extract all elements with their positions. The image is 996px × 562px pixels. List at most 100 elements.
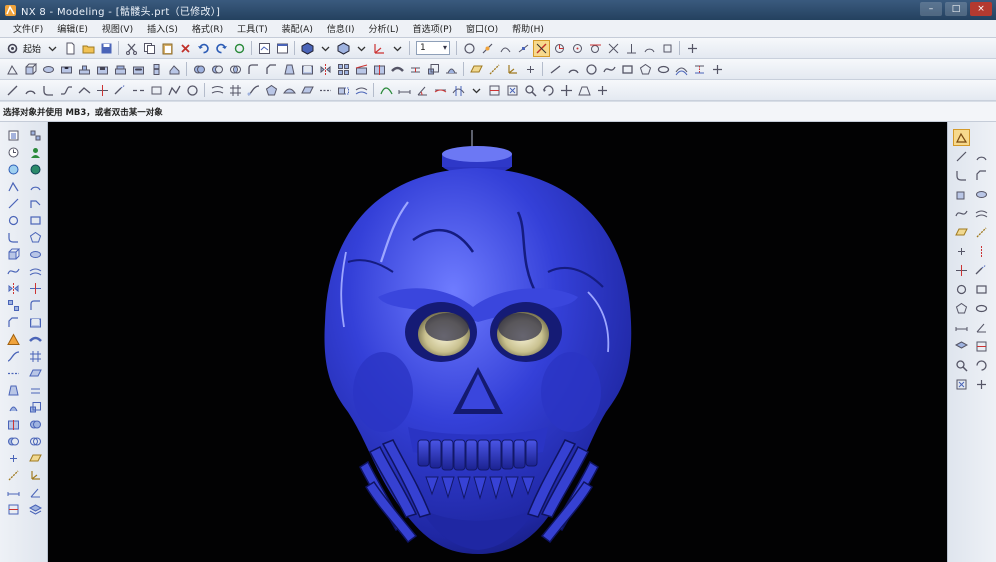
groove-icon[interactable]: [149, 62, 164, 77]
measure-distance-icon[interactable]: [6, 485, 21, 500]
sketch-tool-icon[interactable]: [6, 179, 21, 194]
join-curve-icon[interactable]: [77, 83, 92, 98]
n-sided-surface-icon[interactable]: [264, 83, 279, 98]
rectangle-icon[interactable]: [28, 213, 43, 228]
undo-icon[interactable]: [196, 41, 211, 56]
sketch-icon[interactable]: [5, 62, 20, 77]
open-folder-icon[interactable]: [81, 41, 96, 56]
rectangle-icon[interactable]: [974, 282, 989, 297]
shell-icon[interactable]: [28, 315, 43, 330]
circle-icon[interactable]: [6, 213, 21, 228]
datum-plane-icon[interactable]: [469, 62, 484, 77]
snap-intersect-icon[interactable]: [606, 41, 621, 56]
analyze-curve-icon[interactable]: [379, 83, 394, 98]
section-analysis-icon[interactable]: [451, 83, 466, 98]
menu-analysis[interactable]: 分析(L): [362, 22, 406, 35]
chevron-down-icon[interactable]: [390, 41, 405, 56]
plus-icon[interactable]: [710, 62, 725, 77]
edge-blend-icon[interactable]: [246, 62, 261, 77]
menu-window[interactable]: 窗口(O): [459, 22, 505, 35]
chevron-down-icon[interactable]: [318, 41, 333, 56]
split-curve-icon[interactable]: [131, 83, 146, 98]
menu-tools[interactable]: 工具(T): [230, 22, 275, 35]
sketch-active-icon[interactable]: [953, 129, 970, 146]
arc-icon[interactable]: [974, 149, 989, 164]
curve-mesh-icon[interactable]: [228, 83, 243, 98]
plus-icon[interactable]: [685, 41, 700, 56]
menu-preferences[interactable]: 首选项(P): [406, 22, 459, 35]
trim-icon[interactable]: [28, 281, 43, 296]
extend-curve-icon[interactable]: [113, 83, 128, 98]
offset-icon[interactable]: [28, 264, 43, 279]
layer-icon[interactable]: [28, 502, 43, 517]
rotate-view-icon[interactable]: [541, 83, 556, 98]
select-filter-icon[interactable]: [462, 41, 477, 56]
view-orient-icon[interactable]: [336, 41, 351, 56]
maximize-button[interactable]: □: [945, 2, 967, 16]
ellipse-icon[interactable]: [974, 301, 989, 316]
swept-icon[interactable]: [246, 83, 261, 98]
trim-body-icon[interactable]: [354, 62, 369, 77]
scale-icon[interactable]: [28, 400, 43, 415]
fillet-icon[interactable]: [6, 230, 21, 245]
zoom-icon[interactable]: [954, 358, 969, 373]
chamfer-icon[interactable]: [974, 168, 989, 183]
split-body-icon[interactable]: [372, 62, 387, 77]
pan-view-icon[interactable]: [559, 83, 574, 98]
curve-arc-icon[interactable]: [566, 62, 581, 77]
line-icon[interactable]: [954, 149, 969, 164]
chevron-down-icon[interactable]: [469, 83, 484, 98]
subtract-icon[interactable]: [210, 62, 225, 77]
intersect-icon[interactable]: [28, 434, 43, 449]
arc-tool-icon[interactable]: [23, 83, 38, 98]
zoom-icon[interactable]: [523, 83, 538, 98]
revolve-icon[interactable]: [41, 62, 56, 77]
window-icon[interactable]: [275, 41, 290, 56]
datum-csys-icon[interactable]: [505, 62, 520, 77]
shell-icon[interactable]: [300, 62, 315, 77]
swept-icon[interactable]: [6, 349, 21, 364]
sew-icon[interactable]: [6, 366, 21, 381]
unite-icon[interactable]: [192, 62, 207, 77]
project-curve-icon[interactable]: [692, 62, 707, 77]
point-icon[interactable]: [954, 244, 969, 259]
skull-model[interactable]: [48, 122, 947, 562]
datum-axis-icon[interactable]: [487, 62, 502, 77]
snap-center-icon[interactable]: [570, 41, 585, 56]
warning-icon[interactable]: [6, 332, 21, 347]
circle-tool-icon[interactable]: [185, 83, 200, 98]
mirror-icon[interactable]: [974, 244, 989, 259]
history-icon[interactable]: [6, 145, 21, 160]
section-view-icon[interactable]: [6, 502, 21, 517]
pad-icon[interactable]: [113, 62, 128, 77]
line-tool-icon[interactable]: [5, 83, 20, 98]
arc-icon[interactable]: [28, 179, 43, 194]
studio-surface-icon[interactable]: [282, 83, 297, 98]
menu-information[interactable]: 信息(I): [320, 22, 362, 35]
snap-mid-icon[interactable]: [516, 41, 531, 56]
part-navigator-icon[interactable]: [6, 128, 21, 143]
measure-distance-icon[interactable]: [397, 83, 412, 98]
measure-angle-icon[interactable]: [974, 320, 989, 335]
datum-axis-icon[interactable]: [6, 468, 21, 483]
rectangle-curve-icon[interactable]: [149, 83, 164, 98]
snap-tangent-icon[interactable]: [588, 41, 603, 56]
sew-icon[interactable]: [318, 83, 333, 98]
snap-arc-icon[interactable]: [642, 41, 657, 56]
curve-icon[interactable]: [954, 206, 969, 221]
extension-surface-icon[interactable]: [336, 83, 351, 98]
cut-icon[interactable]: [124, 41, 139, 56]
offset-face-icon[interactable]: [28, 383, 43, 398]
snap-perpendicular-icon[interactable]: [624, 41, 639, 56]
shaded-view-icon[interactable]: [300, 41, 315, 56]
web-browser-icon[interactable]: [6, 162, 21, 177]
work-layer-select[interactable]: 1 ▾: [416, 41, 451, 55]
chamfer-icon[interactable]: [264, 62, 279, 77]
close-button[interactable]: ×: [970, 2, 992, 16]
intersect-icon[interactable]: [228, 62, 243, 77]
repeat-command-icon[interactable]: [232, 41, 247, 56]
perspective-icon[interactable]: [577, 83, 592, 98]
pocket-icon[interactable]: [95, 62, 110, 77]
measure-angle-icon[interactable]: [415, 83, 430, 98]
dynamic-section-icon[interactable]: [487, 83, 502, 98]
